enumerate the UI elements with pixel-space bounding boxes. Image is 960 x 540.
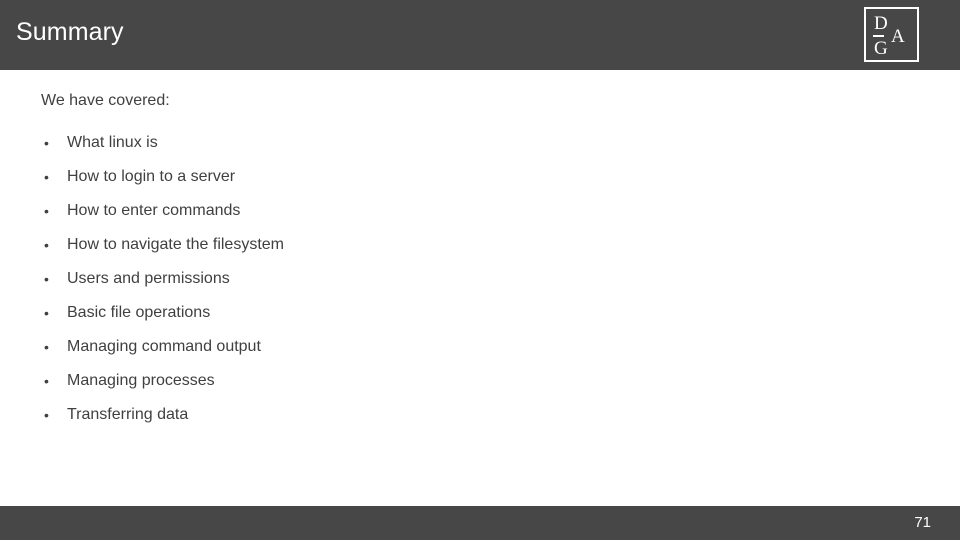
summary-bullet-list: • What linux is • How to login to a server •… <box>41 126 284 432</box>
bullet-point-icon: • <box>44 169 49 185</box>
slide-footer: 71 <box>0 506 960 540</box>
bullet-point-icon: • <box>44 135 49 151</box>
list-item-label: How to enter commands <box>67 202 241 219</box>
logo-letter-a: A <box>891 26 905 47</box>
page-number: 71 <box>914 514 931 531</box>
dag-logo: D A G <box>864 7 919 62</box>
bullet-point-icon: • <box>44 203 49 219</box>
list-item-label: Users and permissions <box>67 270 230 287</box>
list-item: • Managing command output <box>41 330 284 364</box>
dag-logo-inner: D A G <box>866 9 917 60</box>
logo-dash-icon <box>873 35 884 37</box>
list-item-label: What linux is <box>67 134 158 151</box>
list-item-label: How to navigate the filesystem <box>67 236 284 253</box>
bullet-point-icon: • <box>44 305 49 321</box>
list-item-label: Managing command output <box>67 338 261 355</box>
page-title: Summary <box>16 18 124 46</box>
list-item-label: Transferring data <box>67 406 189 423</box>
intro-text: We have covered: <box>41 92 170 109</box>
list-item: • Basic file operations <box>41 296 284 330</box>
list-item: • How to enter commands <box>41 194 284 228</box>
list-item: • How to login to a server <box>41 160 284 194</box>
list-item-label: Basic file operations <box>67 304 211 321</box>
list-item: • Transferring data <box>41 398 284 432</box>
list-item: • Managing processes <box>41 364 284 398</box>
list-item: • What linux is <box>41 126 284 160</box>
list-item: • Users and permissions <box>41 262 284 296</box>
logo-letter-d: D <box>874 13 888 34</box>
slide-body: We have covered: • What linux is • How to l… <box>0 70 960 506</box>
bullet-point-icon: • <box>44 339 49 355</box>
bullet-point-icon: • <box>44 271 49 287</box>
bullet-point-icon: • <box>44 373 49 389</box>
list-item: • How to navigate the filesystem <box>41 228 284 262</box>
logo-letter-g: G <box>874 38 888 59</box>
bullet-point-icon: • <box>44 407 49 423</box>
slide-header: Summary D A G <box>0 0 960 70</box>
bullet-point-icon: • <box>44 237 49 253</box>
list-item-label: Managing processes <box>67 372 215 389</box>
list-item-label: How to login to a server <box>67 168 236 185</box>
